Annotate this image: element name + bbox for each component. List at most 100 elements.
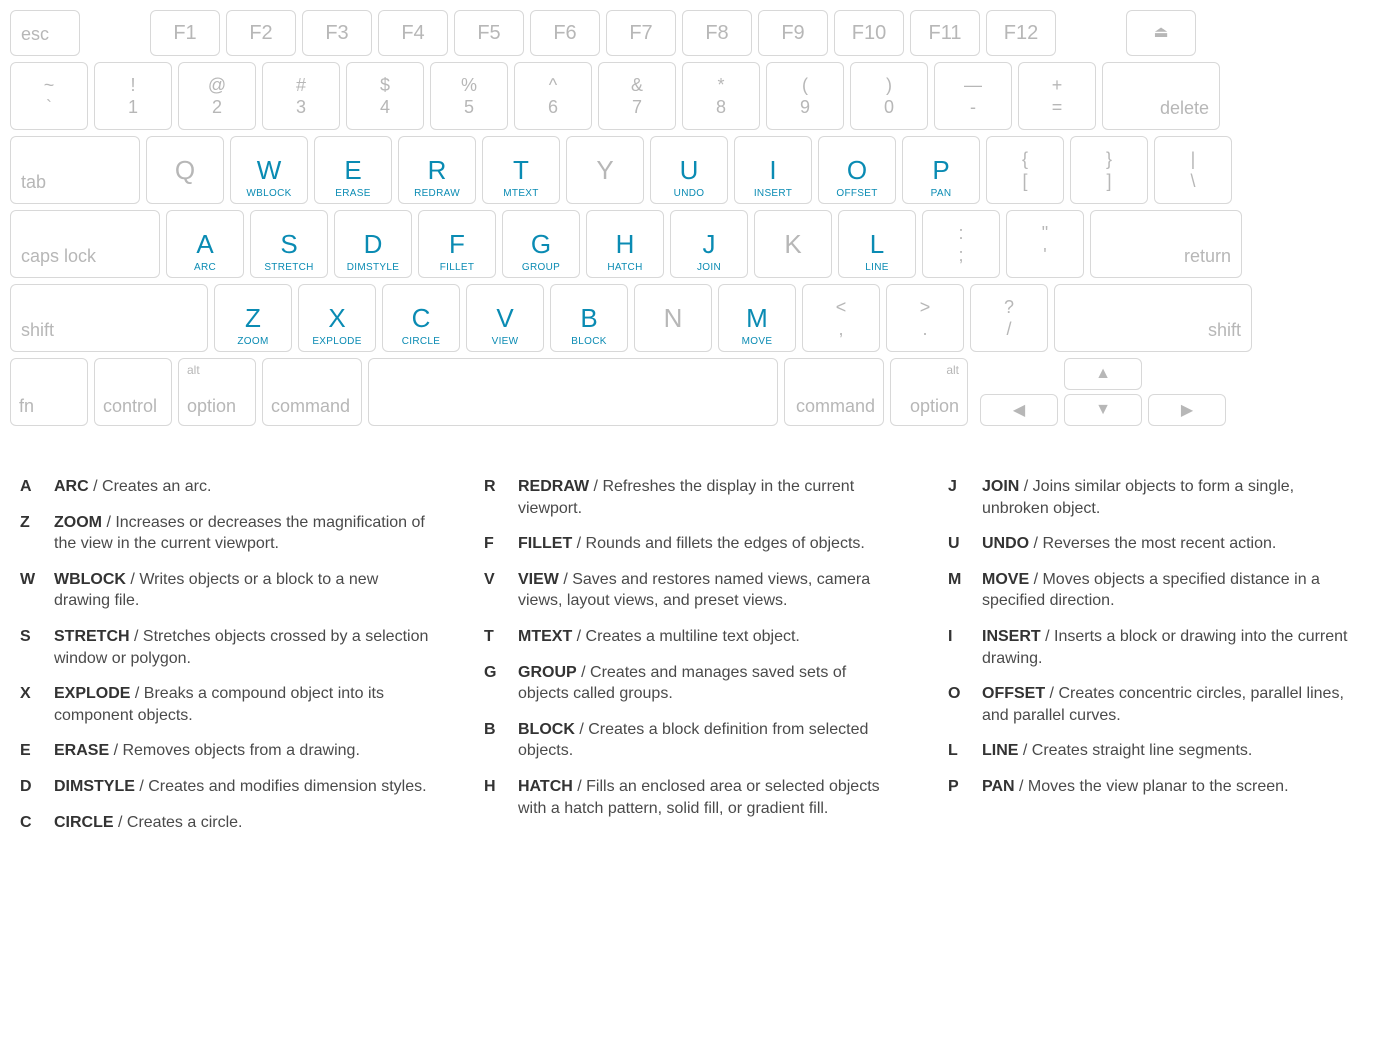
key-x: XEXPLODE: [298, 284, 376, 352]
legend-a: AARC / Creates an arc.: [20, 476, 434, 498]
legend-w: WWBLOCK / Writes objects or a block to a…: [20, 569, 434, 612]
key-f2: F2: [226, 10, 296, 56]
key-4: $4: [346, 62, 424, 130]
legend-e: EERASE / Removes objects from a drawing.: [20, 740, 434, 762]
key-command: command: [784, 358, 884, 426]
legend-z: ZZOOM / Increases or decreases the magni…: [20, 512, 434, 555]
arrow-left-key: ◀: [980, 394, 1058, 426]
key-;: :;: [922, 210, 1000, 278]
key-shift: shift: [1054, 284, 1252, 352]
legend-o: OOFFSET / Creates concentric circles, pa…: [948, 683, 1362, 726]
key-\: |\: [1154, 136, 1232, 204]
legend-h: HHATCH / Fills an enclosed area or selec…: [484, 776, 898, 819]
key-p: PPAN: [902, 136, 980, 204]
key-/: ?/: [970, 284, 1048, 352]
key-control: control: [94, 358, 172, 426]
key-d: DDIMSTYLE: [334, 210, 412, 278]
legend-p: PPAN / Moves the view planar to the scre…: [948, 776, 1362, 798]
key--: —-: [934, 62, 1012, 130]
key-]: }]: [1070, 136, 1148, 204]
eject-icon: ⏏: [1126, 10, 1196, 56]
key-2: @2: [178, 62, 256, 130]
key-1: !1: [94, 62, 172, 130]
key-c: CCIRCLE: [382, 284, 460, 352]
key-t: TMTEXT: [482, 136, 560, 204]
key-3: #3: [262, 62, 340, 130]
key-v: VVIEW: [466, 284, 544, 352]
key-f11: F11: [910, 10, 980, 56]
key-f10: F10: [834, 10, 904, 56]
key-j: JJOIN: [670, 210, 748, 278]
key-=: +=: [1018, 62, 1096, 130]
key-w: WWBLOCK: [230, 136, 308, 204]
key-s: SSTRETCH: [250, 210, 328, 278]
key-7: &7: [598, 62, 676, 130]
key-.: >.: [886, 284, 964, 352]
key-h: HHATCH: [586, 210, 664, 278]
legend-m: MMOVE / Moves objects a specified distan…: [948, 569, 1362, 612]
key-5: %5: [430, 62, 508, 130]
legend-s: SSTRETCH / Stretches objects crossed by …: [20, 626, 434, 669]
key-o: OOFFSET: [818, 136, 896, 204]
shortcut-legend: AARC / Creates an arc. ZZOOM / Increases …: [10, 476, 1372, 833]
key-f3: F3: [302, 10, 372, 56]
key-a: AARC: [166, 210, 244, 278]
legend-g: GGROUP / Creates and manages saved sets …: [484, 662, 898, 705]
legend-l: LLINE / Creates straight line segments.: [948, 740, 1362, 762]
key-spacebar: [368, 358, 778, 426]
key-command: command: [262, 358, 362, 426]
key-f6: F6: [530, 10, 600, 56]
key-k: K: [754, 210, 832, 278]
key-f1: F1: [150, 10, 220, 56]
keyboard-diagram: esc F1F2F3F4F5F6F7F8F9F10F11F12 ⏏ ~`!1@2#3$…: [10, 10, 1372, 426]
key-tab: tab: [10, 136, 140, 204]
legend-f: FFILLET / Rounds and fillets the edges o…: [484, 533, 898, 555]
key-return: return: [1090, 210, 1242, 278]
key-r: RREDRAW: [398, 136, 476, 204]
arrow-up-key: ▲: [1064, 358, 1142, 390]
key-': "': [1006, 210, 1084, 278]
key-n: N: [634, 284, 712, 352]
legend-b: BBLOCK / Creates a block definition from…: [484, 719, 898, 762]
key-[: {[: [986, 136, 1064, 204]
key-g: GGROUP: [502, 210, 580, 278]
legend-j: JJOIN / Joins similar objects to form a …: [948, 476, 1362, 519]
key-delete: delete: [1102, 62, 1220, 130]
key-esc: esc: [10, 10, 80, 56]
arrow-down-key: ▼: [1064, 394, 1142, 426]
legend-v: VVIEW / Saves and restores named views, …: [484, 569, 898, 612]
legend-c: CCIRCLE / Creates a circle.: [20, 812, 434, 834]
key-6: ^6: [514, 62, 592, 130]
key-e: EERASE: [314, 136, 392, 204]
key-,: <,: [802, 284, 880, 352]
legend-r: RREDRAW / Refreshes the display in the c…: [484, 476, 898, 519]
key-f12: F12: [986, 10, 1056, 56]
arrow-right-key: ▶: [1148, 394, 1226, 426]
key-m: MMOVE: [718, 284, 796, 352]
key-`: ~`: [10, 62, 88, 130]
key-f5: F5: [454, 10, 524, 56]
key-option: altoption: [890, 358, 968, 426]
key-option: altoption: [178, 358, 256, 426]
key-i: IINSERT: [734, 136, 812, 204]
key-9: (9: [766, 62, 844, 130]
key-b: BBLOCK: [550, 284, 628, 352]
key-f4: F4: [378, 10, 448, 56]
key-f8: F8: [682, 10, 752, 56]
key-q: Q: [146, 136, 224, 204]
key-u: UUNDO: [650, 136, 728, 204]
key-y: Y: [566, 136, 644, 204]
key-0: )0: [850, 62, 928, 130]
legend-d: DDIMSTYLE / Creates and modifies dimensi…: [20, 776, 434, 798]
legend-i: IINSERT / Inserts a block or drawing int…: [948, 626, 1362, 669]
legend-u: UUNDO / Reverses the most recent action.: [948, 533, 1362, 555]
key-shift: shift: [10, 284, 208, 352]
key-8: *8: [682, 62, 760, 130]
legend-x: XEXPLODE / Breaks a compound object into…: [20, 683, 434, 726]
key-f7: F7: [606, 10, 676, 56]
key-caps-lock: caps lock: [10, 210, 160, 278]
key-fn: fn: [10, 358, 88, 426]
key-f: FFILLET: [418, 210, 496, 278]
key-f9: F9: [758, 10, 828, 56]
legend-t: TMTEXT / Creates a multiline text object…: [484, 626, 898, 648]
